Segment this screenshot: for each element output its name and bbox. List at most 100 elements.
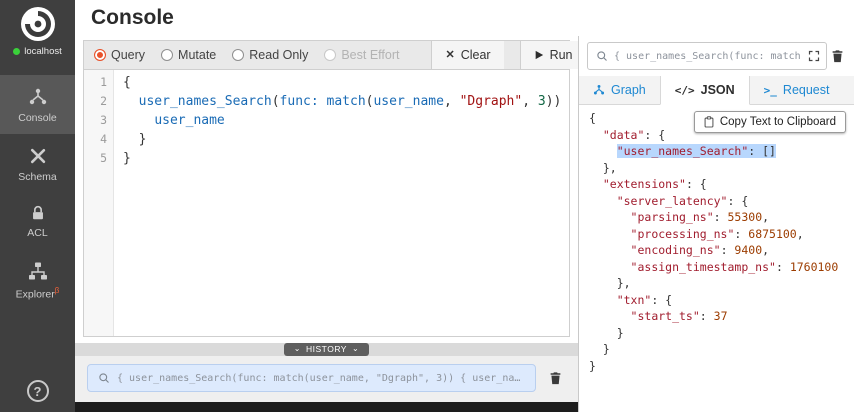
content: Console Query Mutate xyxy=(75,0,854,412)
history-toggle[interactable]: ⌄ HISTORY ⌄ xyxy=(284,343,369,356)
radio-icon xyxy=(161,49,173,61)
result-delete-button[interactable] xyxy=(827,45,848,67)
page-title: Console xyxy=(91,6,174,30)
history-panel: ⌄ HISTORY ⌄ { user_names_Search(func: ma… xyxy=(75,343,578,402)
clear-button-label: Clear xyxy=(461,48,491,62)
history-entry-text: { user_names_Search(func: match(user_nam… xyxy=(117,373,525,384)
tab-label: Request xyxy=(783,83,830,97)
help-button[interactable]: ? xyxy=(27,380,49,402)
history-row: { user_names_Search(func: match(user_nam… xyxy=(75,356,578,402)
fullscreen-icon xyxy=(808,50,820,62)
schema-icon xyxy=(28,146,48,166)
tab-request[interactable]: >_ Request xyxy=(750,76,844,104)
json-line: "user_names_Search": [] xyxy=(589,143,844,160)
request-tab-icon: >_ xyxy=(764,84,777,97)
history-delete-button[interactable] xyxy=(545,367,566,389)
clipboard-icon xyxy=(704,116,714,128)
json-line: } xyxy=(589,358,844,375)
line-number: 2 xyxy=(84,92,113,111)
bottom-collapsed-panel[interactable] xyxy=(75,402,578,412)
query-column: Query Mutate Read Only Best Effort xyxy=(75,36,578,412)
host-status: localhost xyxy=(13,46,62,57)
sidebar-item-label: Schema xyxy=(18,172,57,183)
copy-button-label: Copy Text to Clipboard xyxy=(720,116,836,128)
radio-selected-icon xyxy=(94,49,106,61)
mode-label: Read Only xyxy=(249,48,308,62)
json-line: "encoding_ns": 9400, xyxy=(589,242,844,259)
line-number: 5 xyxy=(84,149,113,168)
sidebar-item-label: Explorerβ xyxy=(16,287,60,300)
sidebar-item-acl[interactable]: ACL xyxy=(0,192,75,249)
host-label: localhost xyxy=(24,46,62,57)
mode-radio-mutate[interactable]: Mutate xyxy=(161,48,216,62)
query-mode-toolbar: Query Mutate Read Only Best Effort xyxy=(83,40,570,70)
editor-line: user_names_Search(func: match(user_name,… xyxy=(114,92,569,111)
search-icon xyxy=(596,50,608,62)
dgraph-logo[interactable]: localhost xyxy=(13,0,62,57)
sidebar-item-explorer[interactable]: Explorerβ xyxy=(0,249,75,310)
dgraph-logo-icon xyxy=(20,6,56,42)
explorer-icon xyxy=(28,261,48,281)
line-number: 1 xyxy=(84,73,113,92)
fullscreen-button[interactable] xyxy=(806,48,822,64)
history-entry[interactable]: { user_names_Search(func: match(user_nam… xyxy=(87,364,536,392)
mode-radio-read-only[interactable]: Read Only xyxy=(232,48,308,62)
json-line: }, xyxy=(589,275,844,292)
line-number: 4 xyxy=(84,130,113,149)
radio-icon xyxy=(324,49,336,61)
sidebar-item-console[interactable]: Console xyxy=(0,75,75,134)
editor-line: } xyxy=(114,130,569,149)
result-tabs: Graph </> JSON >_ Request xyxy=(579,76,854,105)
editor-code: { user_names_Search(func: match(user_nam… xyxy=(114,70,569,336)
tab-label: Graph xyxy=(611,83,646,97)
clear-button[interactable]: ✕ Clear xyxy=(431,41,503,69)
json-line: "start_ts": 37 xyxy=(589,308,844,325)
sidebar-item-label: ACL xyxy=(27,228,47,239)
help-icon: ? xyxy=(27,380,49,402)
sidebar-nav: Console Schema ACL xyxy=(0,75,75,310)
chevron-down-icon: ⌄ xyxy=(352,345,359,353)
tab-json[interactable]: </> JSON xyxy=(660,76,750,105)
json-line: "server_latency": { xyxy=(589,193,844,210)
json-line: } xyxy=(589,325,844,342)
history-band: ⌄ HISTORY ⌄ xyxy=(75,343,578,356)
tab-label: JSON xyxy=(701,83,735,97)
page-header: Console xyxy=(75,0,854,36)
line-number: 3 xyxy=(84,111,113,130)
result-query-row: { user_names_Search(func: match(... xyxy=(579,36,854,76)
json-tab-icon: </> xyxy=(675,84,695,97)
query-editor[interactable]: 1 2 3 4 5 { user_names_Search(func: matc… xyxy=(83,70,570,337)
result-query-preview: { user_names_Search(func: match(... xyxy=(614,51,800,62)
result-query-input[interactable]: { user_names_Search(func: match(... xyxy=(587,42,827,70)
copy-to-clipboard-button[interactable]: Copy Text to Clipboard xyxy=(694,111,846,133)
trash-icon xyxy=(549,371,562,385)
tab-graph[interactable]: Graph xyxy=(579,76,660,104)
query-workspace: Query Mutate Read Only Best Effort xyxy=(75,36,578,343)
radio-icon xyxy=(232,49,244,61)
search-icon xyxy=(98,372,110,384)
beta-badge: β xyxy=(55,286,60,295)
json-line: "extensions": { xyxy=(589,176,844,193)
run-button[interactable]: Run xyxy=(520,41,586,69)
json-line: "txn": { xyxy=(589,292,844,309)
console-icon xyxy=(28,87,48,107)
mode-label: Query xyxy=(111,48,145,62)
editor-line: { xyxy=(114,73,569,92)
results-panel: { user_names_Search(func: match(... xyxy=(578,36,854,412)
run-button-label: Run xyxy=(550,48,573,62)
app: localhost Console xyxy=(0,0,854,412)
mode-label: Best Effort xyxy=(341,48,399,62)
run-play-icon xyxy=(534,50,544,60)
json-line: "assign_timestamp_ns": 1760100 xyxy=(589,259,844,276)
history-toggle-label: HISTORY xyxy=(306,344,347,354)
body: Query Mutate Read Only Best Effort xyxy=(75,36,854,412)
clear-icon: ✕ xyxy=(445,50,454,61)
sidebar: localhost Console xyxy=(0,0,75,412)
trash-icon xyxy=(831,49,844,63)
json-line: "processing_ns": 6875100, xyxy=(589,226,844,243)
editor-line: } xyxy=(114,149,569,168)
mode-radio-query[interactable]: Query xyxy=(94,48,145,62)
sidebar-item-schema[interactable]: Schema xyxy=(0,134,75,193)
json-line: } xyxy=(589,341,844,358)
mode-radio-best-effort[interactable]: Best Effort xyxy=(324,48,399,62)
